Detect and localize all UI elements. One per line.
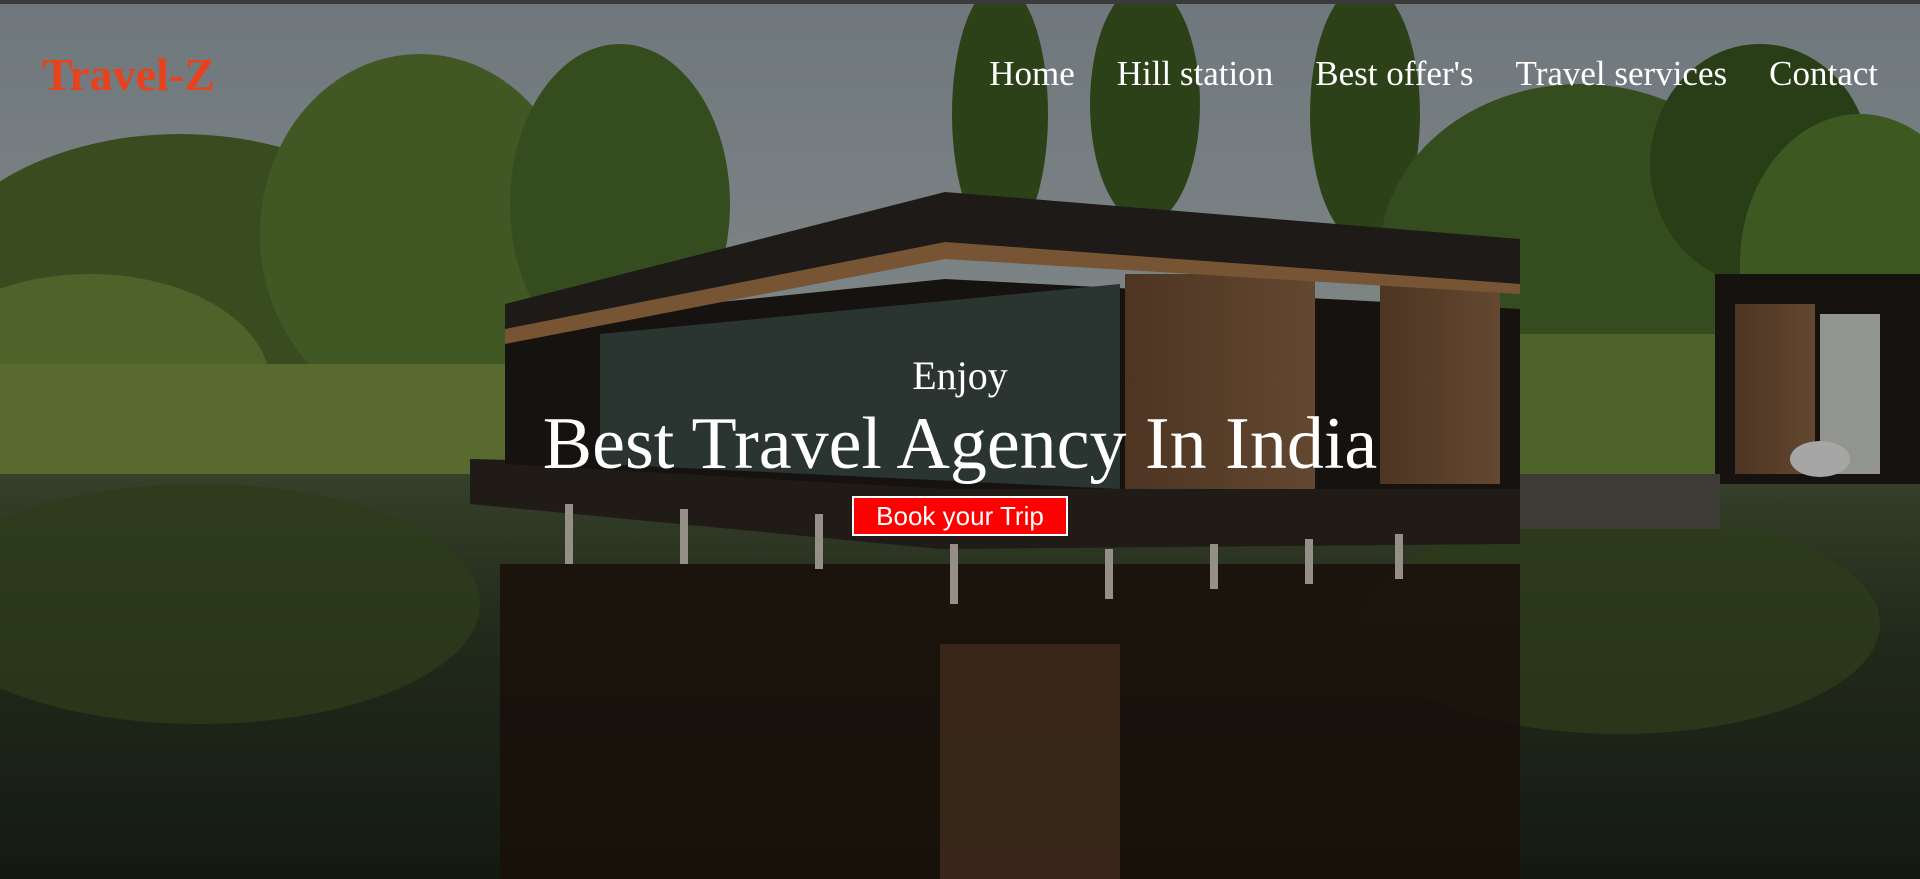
nav-link-best-offers[interactable]: Best offer's: [1315, 54, 1473, 93]
nav-link-hill-station[interactable]: Hill station: [1117, 54, 1274, 93]
navbar: Travel-Z Home Hill station Best offer's …: [0, 4, 1920, 154]
nav-item-travel-services: Travel services: [1516, 56, 1728, 91]
book-trip-button[interactable]: Book your Trip: [852, 496, 1068, 536]
nav-link-home[interactable]: Home: [989, 54, 1075, 93]
nav-item-contact: Contact: [1769, 56, 1878, 91]
nav-link-contact[interactable]: Contact: [1769, 54, 1878, 93]
logo[interactable]: Travel-Z: [42, 52, 215, 98]
hero-content: Enjoy Best Travel Agency In India Book y…: [0, 354, 1920, 536]
hero-subtitle: Enjoy: [912, 353, 1008, 398]
nav-item-best-offers: Best offer's: [1315, 56, 1473, 91]
nav-link-travel-services[interactable]: Travel services: [1516, 54, 1728, 93]
hero-title: Best Travel Agency In India: [542, 403, 1378, 485]
nav-item-home: Home: [989, 56, 1075, 91]
hero-section: Travel-Z Home Hill station Best offer's …: [0, 0, 1920, 879]
nav-item-hill-station: Hill station: [1117, 56, 1274, 91]
nav-links: Home Hill station Best offer's Travel se…: [989, 56, 1878, 91]
